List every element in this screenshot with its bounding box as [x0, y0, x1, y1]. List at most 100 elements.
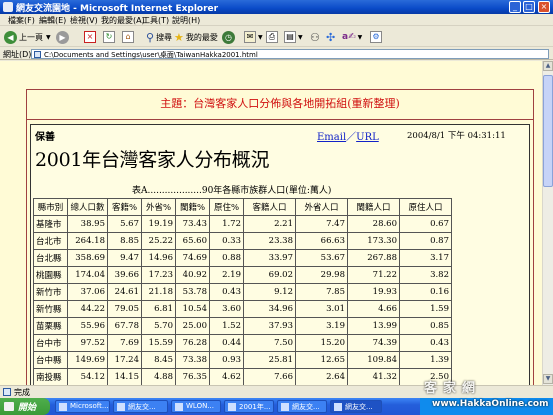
minimize-button[interactable]: _: [509, 1, 521, 13]
value-cell: 4.62: [209, 368, 244, 385]
post-frame: 主題：台灣客家人口分佈與各地開拓組(重新整理) 保善 Email／URL 200…: [26, 89, 534, 385]
value-cell: 174.04: [67, 266, 108, 284]
search-button[interactable]: ⚲ 搜尋: [146, 29, 172, 45]
region-cell: 桃園縣: [33, 266, 68, 284]
value-cell: 34.96: [243, 300, 296, 318]
taskbar-item-label: 網友交...: [345, 403, 373, 411]
table-row: 基隆市 38.95 5.67 19.19 73.43 1.72 2.21 7.47 28.60 0…: [33, 215, 452, 233]
region-cell: 台中市: [33, 334, 68, 352]
research-icon: ✣: [326, 30, 336, 44]
menu-edit[interactable]: 編輯(E): [39, 15, 66, 26]
value-cell: 109.84: [347, 351, 400, 369]
research-button[interactable]: ✣: [326, 29, 335, 45]
region-cell: 基隆市: [33, 215, 68, 233]
history-button[interactable]: ◷: [222, 29, 237, 45]
forward-button[interactable]: ▶: [56, 29, 71, 45]
value-cell: 65.60: [175, 232, 210, 250]
taskbar-item[interactable]: 網友交...: [113, 400, 168, 413]
taskbar-item[interactable]: 2001年...: [224, 400, 274, 413]
back-label: 上一頁: [19, 32, 43, 42]
windows-flag-icon: [4, 402, 14, 411]
messenger-button[interactable]: ⚇: [310, 29, 320, 45]
chevron-down-icon: ▼: [298, 33, 303, 41]
taskbar-item[interactable]: 網友交...: [277, 400, 327, 413]
value-cell: 79.05: [107, 300, 142, 318]
address-input[interactable]: C:\Documents and Settings\user\桌面\Taiwan…: [31, 49, 549, 59]
value-cell: 2.19: [209, 266, 244, 284]
menu-tools[interactable]: 工具(T): [142, 15, 169, 26]
value-cell: 24.61: [107, 283, 142, 301]
encoding-button[interactable]: a✍ ▼: [342, 29, 362, 45]
value-cell: 1.72: [209, 215, 244, 233]
start-button[interactable]: 開始: [0, 398, 50, 415]
refresh-button[interactable]: ↻: [103, 29, 115, 45]
mail-button[interactable]: ✉ ▼: [244, 29, 263, 45]
close-button[interactable]: ×: [538, 1, 550, 13]
email-link[interactable]: Email: [317, 132, 346, 143]
value-cell: 0.87: [399, 232, 452, 250]
table-row: 台北市 264.18 8.85 25.22 65.60 0.33 23.38 66.63 173…: [33, 232, 452, 250]
value-cell: 25.81: [243, 351, 296, 369]
value-cell: 9.47: [107, 249, 142, 267]
menu-file[interactable]: 檔案(F): [8, 15, 35, 26]
value-cell: 21.18: [141, 283, 176, 301]
value-cell: 0.67: [399, 215, 452, 233]
value-cell: 25.00: [175, 317, 210, 335]
value-cell: 6.81: [141, 300, 176, 318]
table-body: 基隆市 38.95 5.67 19.19 73.43 1.72 2.21 7.47 28.60 0…: [33, 215, 452, 385]
menu-view[interactable]: 檢視(V): [70, 15, 98, 26]
taskbar-item-label: 網友交...: [292, 403, 320, 411]
value-cell: 5.70: [141, 317, 176, 335]
scroll-thumb[interactable]: [543, 75, 553, 187]
value-cell: 19.19: [141, 215, 176, 233]
maximize-button[interactable]: □: [523, 1, 535, 13]
scroll-up-icon[interactable]: ▲: [543, 61, 553, 71]
value-cell: 23.38: [243, 232, 296, 250]
status-text: 完成: [14, 388, 30, 397]
title-bar[interactable]: 網友交流園地 - Microsoft Internet Explorer _ □…: [0, 0, 553, 14]
tool-button[interactable]: ⚙: [370, 29, 382, 45]
value-cell: 3.82: [399, 266, 452, 284]
print-button[interactable]: ⎙: [266, 29, 278, 45]
vertical-scrollbar[interactable]: ▲ ▼: [542, 61, 553, 385]
address-url: C:\Documents and Settings\user\桌面\Taiwan…: [44, 51, 258, 59]
favorites-button[interactable]: ★ 我的最愛: [174, 29, 218, 45]
menu-favorites[interactable]: 我的最愛(A): [101, 15, 145, 26]
taskbar-item[interactable]: WLON...: [171, 400, 221, 413]
app-icon: [117, 403, 125, 411]
address-bar: 網址(D) C:\Documents and Settings\user\桌面\…: [0, 48, 553, 60]
table-row: 新竹市 37.06 24.61 21.18 53.78 0.43 9.12 7.85 19.93…: [33, 283, 452, 301]
column-header: 總人口數: [67, 198, 108, 216]
taskbar-item-label: Microsoft...: [70, 402, 109, 410]
region-cell: 台北市: [33, 232, 68, 250]
value-cell: 41.32: [347, 368, 400, 385]
taskbar-item[interactable]: Microsoft...: [55, 400, 110, 413]
menu-help[interactable]: 說明(H): [172, 15, 200, 26]
value-cell: 2.64: [295, 368, 348, 385]
value-cell: 1.52: [209, 317, 244, 335]
table-row: 新竹縣 44.22 79.05 6.81 10.54 3.60 34.96 3.01 4.66 1…: [33, 300, 452, 318]
home-button[interactable]: ⌂: [122, 29, 134, 45]
value-cell: 9.12: [243, 283, 296, 301]
url-link[interactable]: URL: [356, 132, 379, 143]
watermark-logo: 客家網: [424, 381, 482, 396]
value-cell: 14.15: [107, 368, 142, 385]
table-row: 台北縣 358.69 9.47 14.96 74.69 0.88 33.97 53.67 267…: [33, 249, 452, 267]
edit-button[interactable]: ▤ ▼: [284, 29, 303, 45]
back-button[interactable]: ◀ 上一頁 ▼: [4, 29, 51, 45]
value-cell: 33.97: [243, 249, 296, 267]
region-cell: 南投縣: [33, 368, 68, 385]
chevron-down-icon[interactable]: ▼: [46, 34, 51, 41]
value-cell: 73.38: [175, 351, 210, 369]
value-cell: 0.16: [399, 283, 452, 301]
value-cell: 149.69: [67, 351, 108, 369]
value-cell: 4.66: [347, 300, 400, 318]
table-row: 桃園縣 174.04 39.66 17.23 40.92 2.19 69.02 29.98 71…: [33, 266, 452, 284]
value-cell: 0.43: [209, 283, 244, 301]
table-header-row: 縣市別 總人口數 客籍% 外省% 閩籍% 原住% 客籍人口 外省人口 閩籍人口 原住人口: [33, 198, 452, 216]
stop-button[interactable]: ×: [84, 29, 96, 45]
post-body: 保善 Email／URL 2004/8/1 下午 04:31:11 2001年台…: [30, 124, 530, 385]
taskbar-item-active[interactable]: 網友交...: [330, 400, 382, 413]
value-cell: 0.93: [209, 351, 244, 369]
value-cell: 17.24: [107, 351, 142, 369]
